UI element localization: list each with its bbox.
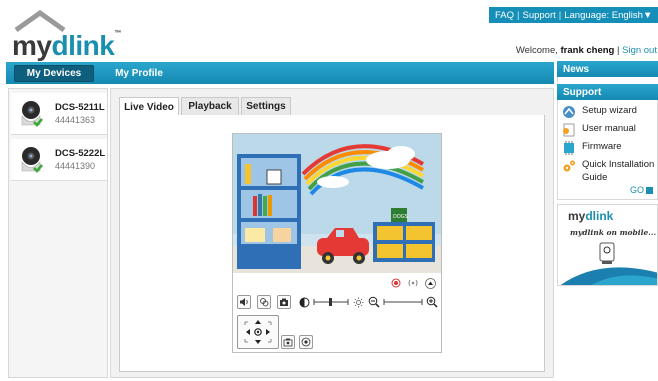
separator: | [517, 9, 520, 21]
camera-icon [21, 101, 43, 127]
speaker-icon[interactable] [237, 295, 251, 309]
video-controls-bottom [233, 292, 441, 312]
tab-my-profile[interactable]: My Profile [110, 65, 168, 82]
welcome-message: Welcome, frank cheng | Sign out [505, 45, 657, 56]
contrast-icon[interactable] [297, 295, 311, 309]
mobile-tagline: mydlink on mobile... [570, 228, 657, 237]
device-name: DCS-5222L [55, 148, 106, 159]
logo-wordmark: mydlink™ [12, 30, 121, 62]
faq-link[interactable]: FAQ [495, 10, 514, 21]
video-viewer: DOGS [232, 133, 442, 353]
brightness-slider[interactable] [313, 295, 349, 309]
tab-settings[interactable]: Settings [241, 97, 291, 115]
ptz-control-pad[interactable] [237, 315, 279, 349]
dropdown-arrow-icon[interactable]: ▼ [643, 10, 652, 21]
camera-snapshot-icon[interactable] [277, 295, 291, 309]
zoom-slider[interactable] [383, 295, 423, 309]
separator: | [617, 45, 620, 56]
live-video-content: DOGS [119, 115, 545, 372]
trademark: ™ [114, 30, 121, 37]
mobile-logo-my: my [568, 209, 586, 223]
mobile-camera-illustration [560, 242, 657, 285]
zoom-out-icon[interactable] [367, 295, 381, 309]
snapshot-settings-icon[interactable] [257, 295, 271, 309]
mydlink-logo[interactable]: mydlink™ [8, 8, 121, 62]
live-video-feed[interactable]: DOGS [233, 134, 441, 273]
camera-preset-icon[interactable] [281, 335, 295, 349]
support-item-label: User manual [582, 123, 636, 134]
user-name: frank cheng [560, 45, 615, 56]
logo-dlink: dlink [51, 30, 115, 61]
support-item-label: Firmware [582, 141, 622, 152]
go-arrow-icon [646, 186, 653, 194]
user-manual-link[interactable]: User manual [562, 123, 636, 137]
mobile-logo: mydlink [568, 209, 613, 223]
record-icon[interactable] [389, 276, 403, 290]
device-serial: 44441390 [55, 161, 96, 171]
top-links-bar: FAQ | Support | Language: English ▼ [489, 7, 658, 23]
device-serial: 44441363 [55, 115, 96, 125]
support-item-label: Setup wizard [582, 105, 637, 116]
home-position-icon[interactable] [299, 335, 313, 349]
firmware-icon [564, 141, 574, 155]
logo-my: my [12, 30, 52, 61]
wizard-icon [563, 106, 575, 118]
tab-playback[interactable]: Playback [181, 97, 239, 115]
support-item-label-line2: Guide [582, 172, 608, 183]
mydlink-mobile-banner[interactable]: mydlink mydlink on mobile... [557, 204, 658, 286]
support-item-text: Quick Installation Guide [582, 159, 654, 183]
device-panel: Live Video Playback Settings DOGS [110, 88, 554, 378]
mobile-logo-dlink: dlink [585, 209, 614, 223]
zoom-in-icon[interactable] [425, 295, 439, 309]
support-item-label: Quick Installation [582, 159, 655, 170]
device-item[interactable]: DCS-5222L 44441390 [11, 139, 107, 181]
device-list: DCS-5211L 44441363 DCS-5222L 44441390 [8, 88, 108, 378]
brightness-icon [351, 295, 365, 309]
setup-wizard-link[interactable]: Setup wizard [562, 105, 637, 119]
welcome-prefix: Welcome, [515, 45, 558, 56]
tab-live-video[interactable]: Live Video [119, 97, 179, 116]
go-link[interactable]: GO [630, 185, 653, 195]
separator: | [558, 9, 562, 21]
quick-install-guide-link[interactable]: Quick Installation Guide [562, 159, 654, 183]
news-body [557, 77, 658, 83]
device-item[interactable]: DCS-5211L 44441363 [11, 93, 107, 135]
device-name: DCS-5211L [55, 102, 105, 113]
gears-icon [563, 160, 575, 172]
language-select[interactable]: Language: English [564, 10, 643, 21]
go-label: GO [629, 185, 644, 195]
video-controls-top [233, 276, 441, 290]
ptz-arrows-icon [244, 320, 272, 344]
manual-icon [563, 123, 575, 137]
camera-icon [21, 147, 43, 173]
sign-out-link[interactable]: Sign out [622, 45, 657, 56]
arrow-up-circle-icon[interactable] [423, 276, 437, 290]
tab-my-devices[interactable]: My Devices [14, 65, 94, 82]
firmware-link[interactable]: Firmware [562, 141, 622, 155]
wall-sign: DOGS [393, 214, 408, 220]
main-nav: My Devices My Profile [6, 62, 554, 84]
support-title: Support [557, 84, 658, 100]
video-frame-image: DOGS [233, 134, 441, 273]
support-links: Setup wizard User manual Firmware Quick … [557, 100, 658, 200]
audio-wave-icon[interactable] [406, 276, 420, 290]
news-panel: News [557, 61, 658, 77]
support-link[interactable]: Support [522, 10, 555, 21]
news-title[interactable]: News [557, 61, 658, 77]
support-panel: Support [557, 84, 658, 100]
